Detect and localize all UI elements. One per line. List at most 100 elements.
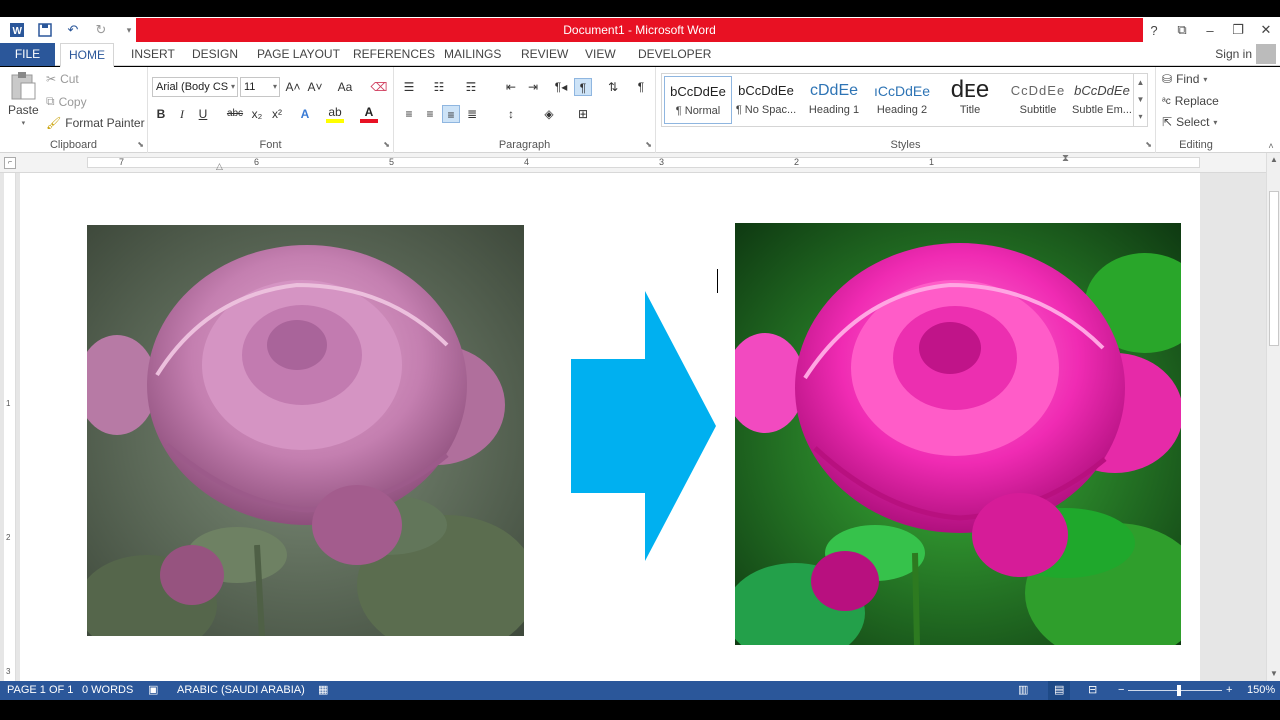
borders-icon[interactable]: ⊞ (574, 105, 592, 123)
increase-indent-icon[interactable]: ⇥ (524, 78, 542, 96)
zoom-in-icon[interactable]: + (1226, 681, 1232, 700)
zoom-out-icon[interactable]: − (1118, 681, 1124, 700)
italic-button[interactable]: I (173, 105, 191, 123)
justify-icon[interactable]: ≣ (463, 105, 481, 123)
right-indent-marker[interactable]: ⧗ (1062, 154, 1069, 164)
dialog-launcher-icon[interactable]: ⬊ (1145, 140, 1152, 149)
align-right-icon[interactable]: ≡ (442, 105, 460, 123)
restore-icon[interactable]: ❐ (1224, 22, 1252, 38)
redo-icon[interactable]: ↻ (92, 21, 110, 39)
font-size-select[interactable]: 11 ▾ (240, 77, 280, 97)
web-layout-icon[interactable]: ⊟ (1088, 681, 1097, 700)
style-heading-1[interactable]: cDdEe Heading 1 (800, 76, 868, 124)
tab-references[interactable]: REFERENCES (345, 43, 443, 66)
chevron-up-icon[interactable]: ▲ (1134, 74, 1147, 91)
show-formatting-icon[interactable]: ¶ (632, 78, 650, 96)
sign-in-link[interactable]: Sign in (1215, 43, 1252, 66)
vertical-ruler[interactable]: 1 2 3 (4, 173, 16, 681)
save-icon[interactable] (36, 21, 54, 39)
style-subtitle[interactable]: CcDdEe Subtitle (1004, 76, 1072, 124)
dialog-launcher-icon[interactable]: ⬊ (383, 140, 390, 149)
shading-icon[interactable]: ◈ (540, 105, 558, 123)
print-layout-icon[interactable]: ▤ (1048, 681, 1071, 700)
scroll-thumb[interactable] (1269, 191, 1279, 346)
shrink-font-button[interactable]: A˅ (306, 78, 324, 96)
font-name-select[interactable]: Arial (Body CS ▾ (152, 77, 238, 97)
language-indicator[interactable]: ARABIC (SAUDI ARABIA) (177, 681, 305, 700)
chevron-down-icon[interactable]: ▼ (1134, 91, 1147, 108)
font-color-button[interactable]: A (360, 105, 378, 123)
ribbon-display-icon[interactable]: ⧉ (1168, 22, 1196, 38)
tab-page-layout[interactable]: PAGE LAYOUT (249, 43, 348, 66)
scroll-up-icon[interactable]: ▲ (1267, 153, 1280, 167)
read-mode-icon[interactable]: ▥ (1018, 681, 1028, 700)
undo-icon[interactable]: ↶ (64, 21, 82, 39)
more-icon[interactable]: ▾ (1134, 108, 1147, 125)
superscript-button[interactable]: x² (268, 105, 286, 123)
tab-file[interactable]: FILE (0, 43, 55, 66)
close-icon[interactable]: ✕ (1252, 22, 1280, 38)
copy-button[interactable]: ⧉ Copy (46, 94, 87, 109)
change-case-button[interactable]: Aa (332, 78, 358, 96)
original-rose-image[interactable] (87, 225, 524, 636)
paste-button[interactable]: Paste ▾ (8, 71, 39, 127)
line-spacing-icon[interactable]: ↕ (502, 105, 520, 123)
clear-formatting-icon[interactable]: ⌫ (370, 78, 388, 96)
subscript-button[interactable]: x₂ (248, 105, 266, 123)
macro-record-icon[interactable]: ▦ (318, 681, 328, 700)
word-logo-icon[interactable]: W (8, 21, 26, 39)
dialog-launcher-icon[interactable]: ⬊ (645, 140, 652, 149)
bold-button[interactable]: B (152, 105, 170, 123)
zoom-level[interactable]: 150% (1247, 681, 1275, 700)
underline-button[interactable]: U (194, 105, 212, 123)
find-button[interactable]: ⛁ Find ▾ (1162, 72, 1207, 86)
left-indent-marker[interactable]: △ (216, 161, 223, 172)
style-heading-2[interactable]: ıCcDdEe Heading 2 (868, 76, 936, 124)
page-count[interactable]: PAGE 1 OF 1 (7, 681, 73, 700)
zoom-slider-thumb[interactable] (1177, 685, 1181, 696)
highlight-icon[interactable]: ab (326, 105, 344, 123)
replace-button[interactable]: ᵃc Replace (1162, 94, 1219, 108)
avatar[interactable] (1256, 44, 1276, 64)
document-page[interactable] (20, 173, 1200, 681)
multilevel-list-icon[interactable]: ☶ (462, 78, 480, 96)
align-left-icon[interactable]: ≡ (400, 105, 418, 123)
minimize-icon[interactable]: – (1196, 23, 1224, 38)
style-title[interactable]: dᴇe Title (936, 76, 1004, 124)
tab-view[interactable]: VIEW (577, 43, 624, 66)
bullets-icon[interactable]: ☰ (400, 78, 418, 96)
scroll-down-icon[interactable]: ▼ (1267, 667, 1280, 681)
tab-review[interactable]: REVIEW (513, 43, 576, 66)
rtl-icon[interactable]: ¶ (574, 78, 592, 96)
format-painter-button[interactable]: 🖌 Format Painter (46, 116, 145, 130)
decrease-indent-icon[interactable]: ⇤ (502, 78, 520, 96)
right-arrow-shape[interactable] (571, 291, 717, 561)
tab-developer[interactable]: DEVELOPER (630, 43, 719, 66)
ltr-icon[interactable]: ¶◂ (552, 78, 570, 96)
enhanced-rose-image[interactable] (735, 223, 1181, 645)
cut-button[interactable]: ✂ Cut (46, 72, 79, 86)
style-normal[interactable]: bCcDdEe ¶ Normal (664, 76, 732, 124)
tab-home[interactable]: HOME (60, 43, 114, 67)
gallery-scroll[interactable]: ▲ ▼ ▾ (1133, 74, 1147, 126)
word-count[interactable]: 0 WORDS (82, 681, 133, 700)
sort-icon[interactable]: ⇅ (604, 78, 622, 96)
style-subtle-emphasis[interactable]: bCcDdEe Subtle Em... (1068, 76, 1136, 124)
tab-mailings[interactable]: MAILINGS (436, 43, 509, 66)
text-effects-button[interactable]: A (296, 105, 314, 123)
tab-selector-icon[interactable]: ⌐ (4, 157, 16, 169)
numbering-icon[interactable]: ☷ (430, 78, 448, 96)
help-icon[interactable]: ? (1140, 23, 1168, 38)
style-no-spacing[interactable]: bCcDdEe ¶ No Spac... (732, 76, 800, 124)
vertical-scrollbar[interactable]: ▲ ▼ (1266, 153, 1280, 681)
zoom-slider[interactable] (1128, 690, 1222, 691)
tab-design[interactable]: DESIGN (184, 43, 246, 66)
strikethrough-button[interactable]: abc (224, 105, 246, 123)
dialog-launcher-icon[interactable]: ⬊ (137, 140, 144, 149)
select-button[interactable]: ⇱ Select ▾ (1162, 115, 1217, 129)
proofing-icon[interactable]: ▣ (148, 681, 158, 700)
tab-insert[interactable]: INSERT (123, 43, 183, 66)
grow-font-button[interactable]: A˄ (284, 78, 302, 96)
align-center-icon[interactable]: ≡ (421, 105, 439, 123)
horizontal-ruler[interactable]: ⌐ 7 6 5 4 3 2 1 △ ⧗ (0, 153, 1280, 173)
